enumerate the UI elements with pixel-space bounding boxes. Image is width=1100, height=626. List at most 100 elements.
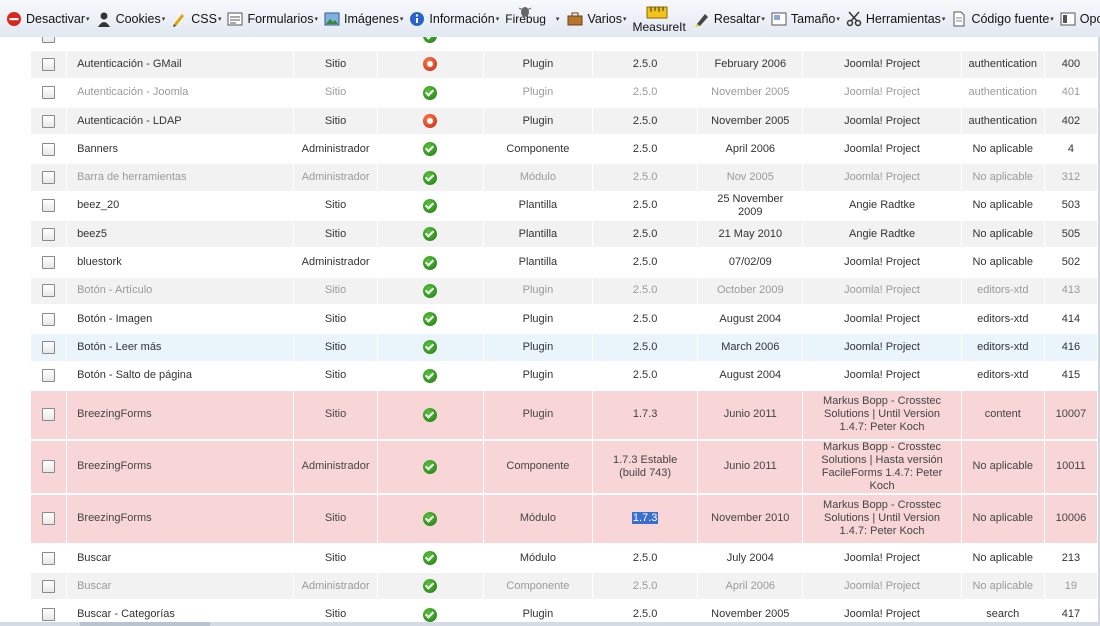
- table-row[interactable]: BreezingForms Sitio Plugin 1.7.3 Junio 2011 M…: [31, 390, 1097, 441]
- table-row[interactable]: bluestork Administrador Plantilla 2.5.0 07/0…: [31, 249, 1097, 278]
- row-checkbox[interactable]: [42, 256, 56, 270]
- table-row[interactable]: BreezingForms Administrador Componente 1.7.…: [31, 440, 1097, 495]
- status-cell[interactable]: [377, 334, 483, 363]
- status-cell[interactable]: [377, 164, 483, 193]
- enabled-check-icon[interactable]: [423, 312, 438, 327]
- row-checkbox[interactable]: [42, 142, 56, 156]
- toolbar-menu-desactivar[interactable]: Desactivar ▾: [6, 11, 90, 27]
- table-row[interactable]: Barra de herramientas Administrador Módulo…: [31, 164, 1097, 193]
- toolbar-menu-cookies[interactable]: Cookies ▾: [96, 11, 165, 27]
- enabled-check-icon[interactable]: [423, 198, 438, 213]
- enabled-check-icon[interactable]: [423, 607, 438, 622]
- cell-name[interactable]: Banners: [67, 136, 294, 165]
- enabled-check-icon[interactable]: [423, 283, 438, 298]
- cell-name[interactable]: Buscar: [67, 573, 294, 602]
- cell-name[interactable]: Autenticación - LDAP: [67, 107, 294, 137]
- status-cell[interactable]: [377, 494, 483, 545]
- table-row[interactable]: beez5 Sitio Plantilla 2.5.0 21 May 2010 Angie…: [31, 221, 1097, 250]
- table-row[interactable]: Buscar Sitio Módulo 2.5.0 July 2004 Joomla! P…: [31, 544, 1097, 574]
- enabled-check-icon[interactable]: [423, 227, 438, 242]
- enabled-check-icon[interactable]: [423, 255, 438, 270]
- status-cell[interactable]: [377, 362, 483, 391]
- cell-name[interactable]: Barra de herramientas: [67, 164, 294, 193]
- enabled-check-icon[interactable]: [423, 579, 438, 594]
- row-checkbox[interactable]: [42, 579, 56, 593]
- cell-name[interactable]: BreezingForms: [67, 440, 294, 495]
- status-cell[interactable]: [377, 440, 483, 495]
- table-row[interactable]: [31, 37, 1097, 52]
- toolbar-menu-resaltar[interactable]: Resaltar ▾: [694, 11, 765, 27]
- status-cell[interactable]: [377, 79, 483, 108]
- disabled-status-icon[interactable]: [423, 57, 438, 72]
- cell-name[interactable]: Buscar: [67, 544, 294, 574]
- row-checkbox[interactable]: [42, 408, 56, 422]
- cell-name[interactable]: beez5: [67, 221, 294, 250]
- cell-name[interactable]: Autenticación - GMail: [67, 51, 294, 80]
- row-checkbox[interactable]: [42, 369, 56, 383]
- toolbar-menu-im-genes[interactable]: Imágenes ▾: [324, 11, 403, 27]
- enabled-check-icon[interactable]: [423, 37, 438, 44]
- toolbar-menu-tama-o[interactable]: Tamaño ▾: [771, 11, 840, 27]
- cell-name[interactable]: BreezingForms: [67, 494, 294, 545]
- row-checkbox[interactable]: [42, 57, 56, 71]
- toolbar-menu-css[interactable]: CSS ▾: [171, 11, 221, 27]
- row-checkbox[interactable]: [42, 608, 56, 622]
- row-checkbox[interactable]: [42, 199, 56, 213]
- cell-name[interactable]: BreezingForms: [67, 390, 294, 441]
- table-row[interactable]: Autenticación - Joomla Sitio Plugin 2.5.0 No…: [31, 79, 1097, 108]
- enabled-check-icon[interactable]: [423, 368, 438, 383]
- status-cell[interactable]: [377, 249, 483, 278]
- enabled-check-icon[interactable]: [423, 407, 438, 422]
- status-cell[interactable]: [377, 390, 483, 441]
- row-checkbox[interactable]: [42, 512, 56, 526]
- table-row[interactable]: BreezingForms Sitio Módulo 1.7.3 November 20…: [31, 494, 1097, 545]
- toolbar-menu-formularios[interactable]: Formularios ▾: [227, 11, 318, 27]
- enabled-check-icon[interactable]: [423, 340, 438, 355]
- row-checkbox[interactable]: [42, 227, 56, 241]
- toolbar-menu-varios[interactable]: Varios ▾: [567, 11, 626, 27]
- table-row[interactable]: Botón - Leer más Sitio Plugin 2.5.0 March 20…: [31, 334, 1097, 363]
- row-checkbox[interactable]: [42, 551, 56, 565]
- cell-name[interactable]: Botón - Leer más: [67, 334, 294, 363]
- enabled-check-icon[interactable]: [423, 551, 438, 565]
- cell-name[interactable]: Botón - Salto de página: [67, 362, 294, 391]
- row-checkbox[interactable]: [42, 460, 56, 474]
- enabled-check-icon[interactable]: [423, 170, 438, 185]
- table-row[interactable]: Botón - Artículo Sitio Plugin 2.5.0 October …: [31, 277, 1097, 306]
- enabled-check-icon[interactable]: [423, 142, 438, 157]
- cell-name[interactable]: Botón - Artículo: [67, 277, 294, 306]
- enabled-check-icon[interactable]: [423, 85, 438, 100]
- row-checkbox[interactable]: [42, 312, 56, 326]
- status-cell[interactable]: [377, 136, 483, 165]
- toolbar-menu-firebug[interactable]: Firebug ▾: [505, 6, 559, 26]
- row-checkbox[interactable]: [42, 284, 56, 298]
- status-cell[interactable]: [377, 192, 483, 222]
- table-row[interactable]: Autenticación - GMail Sitio Plugin 2.5.0 Feb…: [31, 51, 1097, 80]
- table-row[interactable]: Botón - Imagen Sitio Plugin 2.5.0 August 200…: [31, 305, 1097, 335]
- table-row[interactable]: Banners Administrador Componente 2.5.0 April…: [31, 136, 1097, 165]
- row-checkbox[interactable]: [42, 114, 56, 128]
- cell-name[interactable]: bluestork: [67, 249, 294, 278]
- status-cell[interactable]: [377, 305, 483, 335]
- status-cell[interactable]: [377, 277, 483, 306]
- toolbar-menu-c-digo-fuente[interactable]: Código fuente ▾: [951, 11, 1054, 27]
- status-cell[interactable]: [377, 37, 483, 52]
- disabled-status-icon[interactable]: [423, 114, 438, 129]
- cell-name[interactable]: Autenticación - Joomla: [67, 79, 294, 108]
- scrollbar-thumb[interactable]: [80, 622, 210, 626]
- enabled-check-icon[interactable]: [423, 511, 438, 526]
- enabled-check-icon[interactable]: [423, 459, 438, 474]
- status-cell[interactable]: [377, 544, 483, 574]
- row-checkbox[interactable]: [42, 340, 56, 354]
- cell-name[interactable]: beez_20: [67, 192, 294, 222]
- status-cell[interactable]: [377, 51, 483, 80]
- row-checkbox[interactable]: [42, 171, 56, 185]
- row-checkbox[interactable]: [42, 86, 56, 100]
- table-row[interactable]: Buscar Administrador Componente 2.5.0 April …: [31, 573, 1097, 602]
- horizontal-scrollbar[interactable]: [0, 622, 1100, 626]
- status-cell[interactable]: [377, 107, 483, 137]
- table-row[interactable]: beez_20 Sitio Plantilla 2.5.0 25 November 20…: [31, 192, 1097, 222]
- table-row[interactable]: Autenticación - LDAP Sitio Plugin 2.5.0 Nove…: [31, 107, 1097, 137]
- row-checkbox[interactable]: [42, 37, 56, 43]
- toolbar-menu-measureit[interactable]: MeasureIt: [632, 4, 686, 34]
